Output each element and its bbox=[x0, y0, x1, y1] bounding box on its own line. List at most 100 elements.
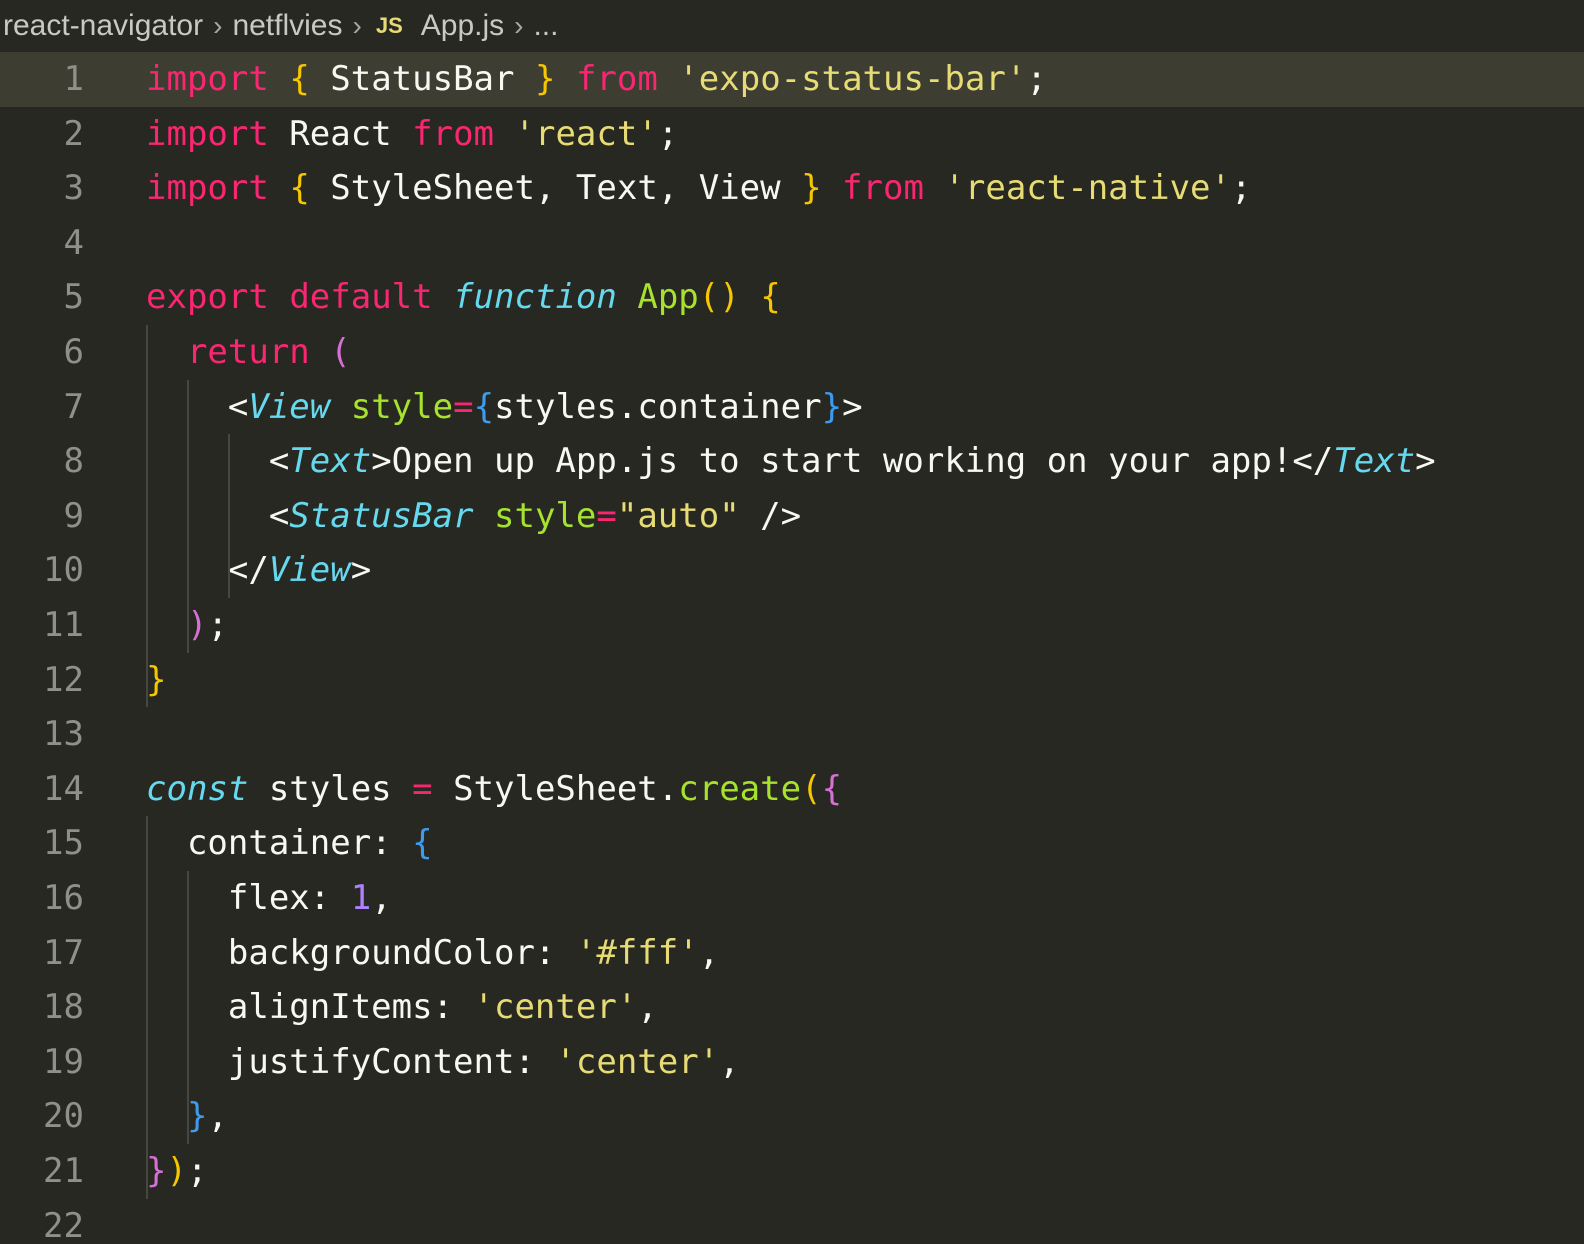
line-number: 2 bbox=[63, 113, 84, 154]
code-token: 1 bbox=[350, 878, 372, 918]
code-token: ; bbox=[186, 1151, 208, 1191]
line-number: 5 bbox=[63, 277, 84, 318]
breadcrumb-item-symbols[interactable]: ... bbox=[531, 9, 560, 43]
code-token: , bbox=[207, 1096, 228, 1137]
breadcrumb-item-file[interactable]: App.js bbox=[419, 9, 506, 43]
code-token: < bbox=[146, 495, 290, 536]
code-line[interactable]: 5 export default function App() { bbox=[0, 270, 1584, 325]
code-token: import bbox=[146, 59, 269, 99]
code-line[interactable]: 21}); bbox=[0, 1144, 1584, 1199]
code-token: </ bbox=[146, 550, 269, 591]
code-line[interactable]: 16 flex: 1, bbox=[0, 871, 1584, 926]
code-token: StatusBar bbox=[309, 59, 535, 99]
code-line[interactable]: 4 bbox=[0, 216, 1584, 271]
code-token: } bbox=[801, 168, 822, 209]
code-token: >Open up App.js to start working on your… bbox=[371, 441, 1334, 482]
code-token: export bbox=[146, 277, 269, 318]
code-token: { bbox=[760, 277, 781, 318]
line-number: 7 bbox=[63, 386, 84, 427]
line-number: 14 bbox=[43, 768, 84, 809]
code-token: ; bbox=[657, 113, 679, 154]
code-text: import React from 'react'; bbox=[146, 107, 678, 162]
code-line[interactable]: 2 import React from 'react'; bbox=[0, 107, 1584, 162]
code-text: </View> bbox=[146, 543, 371, 598]
code-token: import bbox=[146, 168, 269, 209]
code-line[interactable]: 12} bbox=[0, 653, 1584, 708]
code-token: Text bbox=[289, 441, 372, 482]
code-token: , bbox=[371, 878, 392, 918]
line-number: 21 bbox=[43, 1151, 84, 1191]
code-line[interactable]: 3 import { StyleSheet, Text, View } from … bbox=[0, 161, 1584, 216]
code-token: const bbox=[146, 768, 249, 809]
code-token: ; bbox=[1026, 59, 1047, 99]
code-line[interactable]: 18 alignItems: 'center', bbox=[0, 980, 1584, 1035]
code-token: container: bbox=[146, 823, 413, 864]
code-editor[interactable]: 1 import { StatusBar } from 'expo-status-… bbox=[0, 52, 1584, 1244]
code-text: <StatusBar style="auto" /> bbox=[146, 489, 801, 544]
chevron-right-icon: › bbox=[213, 10, 223, 41]
code-token: < bbox=[146, 386, 249, 427]
code-token: { bbox=[412, 823, 433, 864]
code-line[interactable]: 15 container: { bbox=[0, 816, 1584, 871]
code-text: <Text>Open up App.js to start working on… bbox=[146, 434, 1436, 489]
code-line[interactable]: 19 justifyContent: 'center', bbox=[0, 1035, 1584, 1090]
code-token: , bbox=[719, 1041, 740, 1082]
javascript-file-icon: JS bbox=[375, 13, 403, 38]
code-token: styles bbox=[248, 768, 413, 809]
chevron-right-icon: › bbox=[514, 10, 524, 41]
code-token: flex: bbox=[146, 878, 351, 918]
line-number: 9 bbox=[63, 495, 84, 536]
code-token: () bbox=[698, 277, 740, 318]
code-line[interactable]: 9 <StatusBar style="auto" /> bbox=[0, 489, 1584, 544]
code-token: } bbox=[146, 1151, 167, 1191]
breadcrumb-item-subfolder[interactable]: netflvies bbox=[230, 9, 344, 43]
code-token: { bbox=[473, 386, 495, 427]
code-text: container: { bbox=[146, 816, 433, 871]
code-token: styles.container bbox=[494, 386, 822, 427]
code-line[interactable]: 11 ); bbox=[0, 598, 1584, 653]
code-token: 'center' bbox=[555, 1041, 720, 1082]
line-number: 16 bbox=[43, 878, 84, 918]
line-number: 17 bbox=[43, 932, 84, 973]
code-token: = bbox=[453, 386, 474, 427]
code-token: function bbox=[453, 277, 617, 318]
code-line[interactable]: 14 const styles = StyleSheet.create({ bbox=[0, 762, 1584, 817]
code-token: ( bbox=[801, 768, 822, 809]
code-line[interactable]: 17 backgroundColor: '#fff', bbox=[0, 926, 1584, 981]
code-line[interactable]: 10 </View> bbox=[0, 543, 1584, 598]
code-line[interactable]: 7 <View style={styles.container}> bbox=[0, 380, 1584, 435]
code-line[interactable]: 20 }, bbox=[0, 1089, 1584, 1144]
code-line[interactable]: 8 <Text>Open up App.js to start working … bbox=[0, 434, 1584, 489]
code-line[interactable]: 6 return ( bbox=[0, 325, 1584, 380]
code-token: } bbox=[186, 1096, 208, 1137]
code-token: 'expo-status-bar' bbox=[678, 59, 1027, 99]
breadcrumb-item-folder[interactable]: react-navigator bbox=[0, 9, 205, 43]
code-token: ; bbox=[207, 605, 228, 645]
code-line[interactable]: 1 import { StatusBar } from 'expo-status-… bbox=[0, 52, 1584, 107]
code-line[interactable]: 13 bbox=[0, 707, 1584, 762]
code-token: from bbox=[842, 168, 924, 209]
line-number: 13 bbox=[43, 714, 84, 755]
code-token: 'react' bbox=[514, 113, 658, 154]
line-number: 3 bbox=[63, 168, 84, 209]
code-token: StyleSheet, Text, View bbox=[309, 168, 802, 209]
code-token: = bbox=[412, 768, 433, 809]
indent-guide bbox=[227, 434, 230, 598]
code-line[interactable]: 22 bbox=[0, 1199, 1584, 1244]
code-token: create bbox=[678, 768, 802, 809]
code-token: /> bbox=[739, 495, 802, 536]
code-token: "auto" bbox=[616, 495, 740, 536]
code-token: } bbox=[146, 659, 167, 700]
code-token: , bbox=[698, 932, 720, 973]
